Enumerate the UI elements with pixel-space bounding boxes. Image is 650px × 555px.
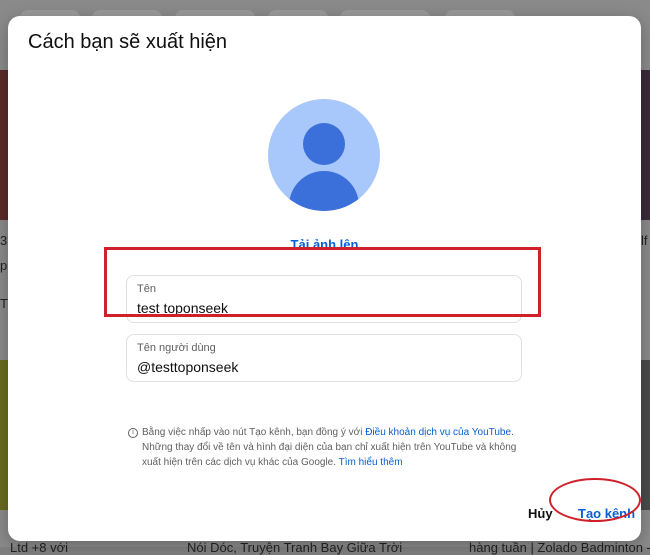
bg-text: Nói Dóc, Truyện Tranh Bay Giữa Trời xyxy=(187,540,403,555)
bg-thumbnail xyxy=(0,360,8,510)
cancel-button[interactable]: Hủy xyxy=(528,506,553,521)
highlight-rectangle-annotation xyxy=(104,247,541,317)
tos-link[interactable]: Điều khoản dịch vụ của YouTube xyxy=(365,427,511,438)
disclaimer-part1: Bằng việc nhấp vào nút Tạo kênh, bạn đồn… xyxy=(142,427,366,438)
avatar-head-shape xyxy=(303,123,345,165)
bg-text: p xyxy=(0,258,8,273)
bg-text: T xyxy=(0,296,8,311)
avatar-placeholder-icon xyxy=(268,99,380,211)
avatar-body-shape xyxy=(289,171,359,211)
handle-field-label: Tên người dùng xyxy=(137,342,216,354)
bg-text: Ltd +8 với xyxy=(10,540,69,555)
disclaimer-text: Bằng việc nhấp vào nút Tạo kênh, bạn đồn… xyxy=(142,425,528,470)
highlight-ellipse-annotation xyxy=(549,478,641,522)
avatar[interactable] xyxy=(268,99,380,211)
bg-text: lf xyxy=(641,233,648,248)
dialog-title: Cách bạn sẽ xuất hiện xyxy=(28,31,228,53)
handle-input[interactable]: @testtoponseek xyxy=(137,359,507,375)
bg-text: 3 xyxy=(0,233,8,248)
bg-thumbnail xyxy=(641,70,650,220)
info-icon: i xyxy=(128,428,138,438)
disclaimer: i Bằng việc nhấp vào nút Tạo kênh, bạn đ… xyxy=(128,425,528,470)
bg-thumbnail xyxy=(641,360,650,510)
bg-text: hàng tuần | Zolado Badminton - Z xyxy=(469,540,650,555)
learn-more-link[interactable]: Tìm hiểu thêm xyxy=(339,457,403,468)
bg-thumbnail xyxy=(0,70,8,220)
handle-field[interactable]: Tên người dùng @testtoponseek xyxy=(126,334,522,382)
